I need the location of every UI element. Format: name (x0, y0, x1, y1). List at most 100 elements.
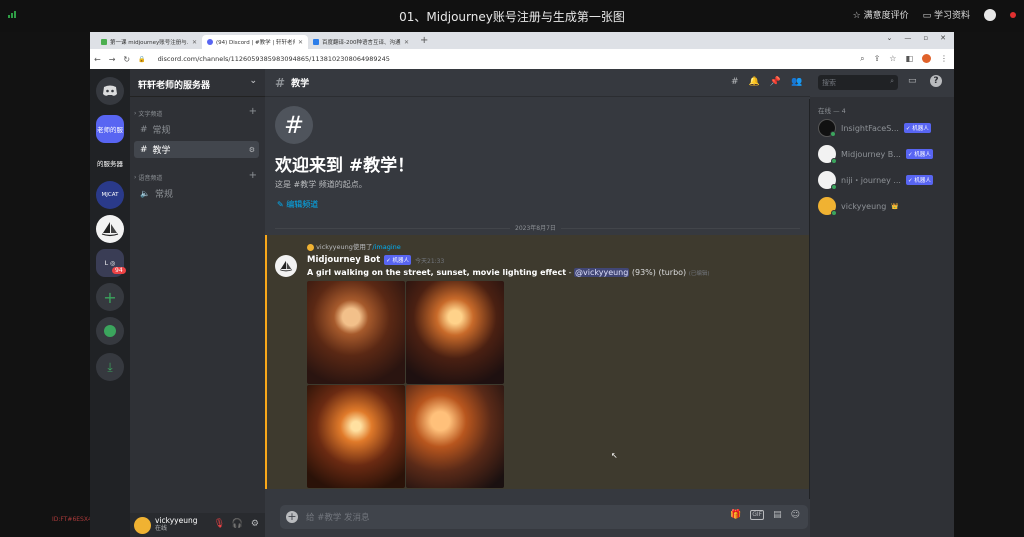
headphones-icon[interactable]: 🎧 (232, 519, 243, 529)
category-voice[interactable]: › 语音频道 + (134, 170, 259, 182)
url-field[interactable]: discord.com/channels/1126059385983094865… (158, 55, 390, 63)
member-item[interactable]: Midjourney B... ✓ 机器人 (818, 145, 933, 164)
pin-icon[interactable]: 📌 (770, 77, 781, 87)
username: vickyyeung (155, 516, 198, 525)
voice-channel-general[interactable]: 🔈 常规 (134, 185, 259, 202)
minimize-icon[interactable]: — (904, 34, 911, 42)
chat-area: # 教学 # 🔔 📌 👥 # 欢迎来到 #教学！ 这是 #教学 频道的起点。 ✎ … (265, 69, 810, 537)
lock-icon: 🔒 (138, 55, 146, 63)
bell-icon[interactable]: 🔔 (749, 77, 760, 87)
prompt-text: A girl walking on the street, sunset, mo… (307, 268, 567, 277)
progress-text: (93%) (631, 268, 656, 277)
add-channel-icon[interactable]: + (249, 106, 257, 117)
chevron-down-icon[interactable]: ⌄ (887, 34, 893, 42)
download-icon[interactable]: ⤓ (96, 353, 124, 381)
midjourney-server-icon[interactable] (96, 215, 124, 243)
member-list: 在线 — 4 InsightFaceS... ✓ 机器人 Midjourney B… (810, 97, 954, 537)
channel-hash-icon: # (275, 106, 313, 144)
close-icon[interactable]: ✕ (298, 39, 303, 46)
browser-tab-3[interactable]: 百度翻译-200种语言互译、沟通... ✕ (308, 35, 414, 49)
close-window-icon[interactable]: ✕ (940, 34, 946, 42)
new-tab-button[interactable]: + (414, 35, 434, 49)
invite-settings-icon[interactable]: ⚙ (249, 146, 255, 154)
author-name[interactable]: Midjourney Bot (307, 255, 380, 265)
add-channel-icon[interactable]: + (249, 170, 257, 181)
tab-favicon-icon (313, 39, 319, 45)
player-frame-left (0, 32, 90, 537)
reload-icon[interactable]: ↻ (123, 55, 130, 64)
bot-tag: ✓ 机器人 (905, 149, 933, 159)
channel-general[interactable]: # 常规 (134, 121, 259, 138)
hash-icon: # (275, 75, 286, 90)
chevron-down-icon[interactable]: ⌄ (249, 76, 257, 86)
browser-tab-2[interactable]: (94) Discord | #教学 | 轩轩老师... ✕ (202, 35, 308, 49)
close-icon[interactable]: ✕ (192, 39, 197, 46)
welcome-subtitle: 这是 #教学 频道的起点。 (275, 180, 367, 189)
rate-button[interactable]: ☆ 满意度评价 (853, 8, 909, 21)
discord-home-icon[interactable] (96, 77, 124, 105)
sticker-icon[interactable]: ▤ (773, 510, 782, 520)
forward-icon[interactable]: → (109, 55, 116, 64)
gif-button[interactable]: GIF (750, 510, 765, 520)
edit-channel-link[interactable]: ✎ 编辑频道 (277, 199, 318, 210)
bot-tag: ✓ 机器人 (384, 255, 412, 265)
member-item[interactable]: niji・journey ... ✓ 机器人 (818, 171, 933, 190)
settings-gear-icon[interactable]: ⚙ (251, 519, 259, 529)
menu-dots-icon[interactable]: ⋮ (940, 54, 948, 64)
add-server-icon[interactable]: + (96, 283, 124, 311)
threads-icon[interactable]: # (731, 77, 739, 87)
member-item[interactable]: vickyyeung 👑 (818, 197, 899, 216)
midjourney-bot-avatar[interactable] (275, 255, 297, 277)
message-content: A girl walking on the street, sunset, mo… (307, 268, 710, 277)
member-item[interactable]: InsightFaceS... ✓ 机器人 (818, 119, 931, 137)
bookmark-star-icon[interactable]: ☆ (889, 54, 896, 64)
server-2[interactable]: 的服务器 (96, 149, 124, 177)
server-header[interactable]: 轩轩老师的服务器 ⌄ (130, 69, 265, 97)
members-icon[interactable]: 👥 (791, 77, 802, 87)
avatar[interactable] (134, 516, 151, 534)
generated-image-3[interactable] (307, 385, 405, 488)
hash-icon: # (140, 144, 148, 155)
chevron-down-icon: › (134, 110, 137, 117)
browser-window: 第一课 midjourney账号注册与... ✕ (94) Discord | #… (90, 32, 954, 537)
server-mjcat[interactable]: MJCAT (96, 181, 124, 209)
inbox-icon[interactable]: ▭ (908, 76, 917, 86)
address-bar: ← → ↻ 🔒 discord.com/channels/11260593859… (90, 49, 954, 69)
avatar (818, 197, 837, 216)
channel-sidebar: 轩轩老师的服务器 ⌄ › 文字频道 + # 常规 # 教学 ⚙ › 语音频道 + 🔈 常规 vic… (130, 69, 265, 537)
gift-icon[interactable]: 🎁 (730, 510, 741, 520)
generated-image-4[interactable] (406, 385, 504, 488)
avatar (818, 145, 837, 164)
category-text[interactable]: › 文字频道 + (134, 106, 259, 118)
player-avatar[interactable] (984, 8, 996, 21)
extension-icon[interactable]: ◧ (905, 54, 913, 64)
explore-compass-icon[interactable] (96, 317, 124, 345)
server-teacher[interactable]: 老师的服 (96, 115, 124, 143)
discord-favicon-icon (207, 39, 213, 45)
generated-image-1[interactable] (307, 281, 405, 384)
mode-text: (turbo) (658, 268, 687, 277)
channel-teaching[interactable]: # 教学 ⚙ (134, 141, 259, 158)
generated-image-2[interactable] (406, 281, 504, 384)
share-icon[interactable]: ⇪ (874, 54, 881, 64)
browser-tab-1[interactable]: 第一课 midjourney账号注册与... ✕ (96, 35, 202, 49)
edited-marker: (已编辑) (688, 271, 710, 277)
chevron-down-icon: › (134, 174, 137, 181)
user-mention[interactable]: @vickyyeung (574, 268, 630, 277)
tab-strip: 第一课 midjourney账号注册与... ✕ (94) Discord | #… (90, 32, 954, 49)
restore-icon[interactable]: ▫ (923, 34, 928, 42)
message-input[interactable]: + 给 #教学 发消息 🎁 GIF ▤ ☺ (280, 505, 808, 529)
search-input[interactable]: 搜索 ⌕ (818, 75, 898, 90)
attach-plus-icon[interactable]: + (286, 511, 298, 523)
close-icon[interactable]: ✕ (404, 39, 409, 46)
help-icon[interactable]: ? (930, 75, 942, 87)
materials-button[interactable]: ▭ 学习资料 (923, 8, 970, 21)
zoom-icon[interactable]: ⌕ (860, 54, 864, 64)
date-divider: 2023年8月7日 (510, 223, 561, 232)
reply-command-link[interactable]: /imagine (372, 243, 400, 251)
mute-mic-icon[interactable]: 🎙 (214, 519, 225, 529)
emoji-icon[interactable]: ☺ (791, 510, 800, 520)
back-icon[interactable]: ← (94, 55, 101, 64)
user-panel: vickyyeung 在线 🎙 🎧 ⚙ (130, 513, 265, 537)
profile-avatar[interactable] (922, 54, 931, 63)
